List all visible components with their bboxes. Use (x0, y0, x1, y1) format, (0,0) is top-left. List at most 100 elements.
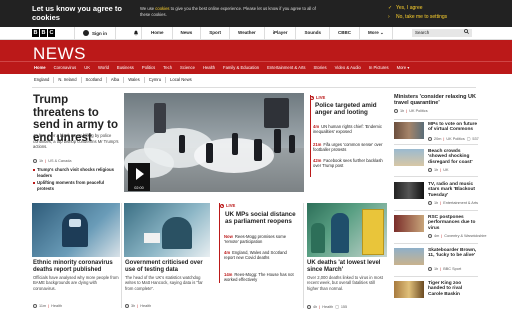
story-section-link[interactable]: Health (140, 304, 151, 308)
cookies-link[interactable]: cookies (155, 6, 169, 11)
live-feed-item[interactable]: 14m Rees-Mogg: The House has not worked e… (224, 272, 296, 282)
right-top-story[interactable]: Ministers 'consider relaxing UK travel q… (394, 94, 478, 113)
topnav-sounds[interactable]: Sounds (296, 27, 330, 39)
subnav-scotland[interactable]: Scotland (82, 77, 107, 83)
live-headline[interactable]: Police targeted amid anger and looting (315, 102, 385, 116)
cat-science[interactable]: Science (176, 62, 199, 74)
story-thumbnail[interactable] (394, 248, 424, 265)
story-headline[interactable]: Government criticised over use of testin… (125, 260, 210, 274)
agree-cookies-button[interactable]: ✓ Yes, I agree (388, 5, 423, 11)
logo-letter: C (48, 29, 55, 37)
story-section-link[interactable]: BBC Sport (443, 267, 461, 271)
clock-icon (428, 267, 432, 271)
story-meta: 4m | Coventry & Warwickshire (428, 234, 487, 238)
bbc-logo[interactable]: B B C (32, 29, 55, 37)
cookie-settings-button[interactable]: › No, take me to settings (388, 14, 447, 20)
story-meta: 11m | Health (33, 304, 62, 308)
story-thumbnail[interactable] (394, 149, 424, 166)
play-icon[interactable] (128, 163, 150, 185)
clock-icon (428, 136, 432, 141)
story-section-link[interactable]: Health (322, 305, 333, 309)
story-thumbnail[interactable] (394, 215, 424, 232)
comments-icon: ▢ (466, 137, 471, 141)
live-feed-item[interactable]: 42m Facebook sees further backlash over T… (313, 158, 385, 168)
subnav-cymru[interactable]: Cymru (145, 77, 167, 83)
cat-health[interactable]: Health (199, 62, 219, 74)
cat-video-audio[interactable]: Video & Audio (331, 62, 365, 74)
subnav-england[interactable]: England (32, 77, 55, 83)
live-rule (310, 95, 311, 177)
logo-letter: B (40, 29, 47, 37)
story-section-link[interactable]: Coventry & Warwickshire (444, 234, 486, 238)
cat-more[interactable]: More ▾ (393, 62, 414, 74)
topnav-iplayer[interactable]: iPlayer (265, 27, 297, 39)
notifications-bell-icon[interactable] (130, 27, 142, 39)
live-label: LIVE (316, 95, 326, 100)
cat-home[interactable]: Home (32, 62, 50, 74)
lead-section-link[interactable]: US & Canada (48, 159, 71, 163)
subnav-n-ireland[interactable]: N. Ireland (54, 77, 82, 83)
topnav-more[interactable]: More ⌄ (360, 27, 393, 39)
story-thumbnail[interactable] (394, 281, 424, 298)
topnav-home[interactable]: Home (143, 27, 173, 39)
lead-image[interactable] (124, 93, 304, 192)
story-meta: 1h | BBC Sport (428, 267, 461, 271)
cat-world[interactable]: World (94, 62, 113, 74)
live-icon (220, 203, 224, 208)
topnav-weather[interactable]: Weather (230, 27, 265, 39)
signin-button[interactable]: Sign in (74, 27, 116, 39)
cat-in-pictures[interactable]: In Pictures (365, 62, 393, 74)
search-icon[interactable] (464, 29, 469, 37)
cat-uk[interactable]: UK (80, 62, 94, 74)
cat-tech[interactable]: Tech (159, 62, 176, 74)
story-headline[interactable]: Ethnic minority coronavirus deaths repor… (33, 260, 120, 274)
subnav-local-news[interactable]: Local News (166, 77, 196, 83)
cat-business[interactable]: Business (113, 62, 138, 74)
live-feed-item[interactable]: 4m England, Wales and Scotland report new… (224, 250, 296, 260)
cat-coronavirus[interactable]: Coronavirus (50, 62, 81, 74)
story-headline[interactable]: TV, radio and music stars mark 'Blackout… (428, 182, 478, 198)
related-link[interactable]: Trump's church visit shocks religious le… (33, 167, 117, 178)
live-feed-item[interactable]: 4m UN human rights chief: 'Endemic inequa… (313, 124, 385, 134)
cat-politics[interactable]: Politics (138, 62, 159, 74)
live-icon (310, 95, 314, 100)
story-headline[interactable]: MPs to vote on future of virtual Commons (428, 122, 478, 133)
subnav-wales[interactable]: Wales (124, 77, 145, 83)
divider (303, 203, 304, 308)
cat-entertainment-arts[interactable]: Entertainment & Arts (263, 62, 309, 74)
story-image[interactable] (124, 203, 210, 257)
story-thumbnail[interactable] (394, 122, 424, 139)
story-headline[interactable]: Beach crowds 'showed shocking disregard … (428, 149, 478, 165)
topnav-sport[interactable]: Sport (201, 27, 231, 39)
story-image[interactable] (32, 203, 120, 257)
live-label: LIVE (226, 203, 236, 208)
story-section-link[interactable]: UK Politics (446, 137, 464, 141)
story-headline[interactable]: Tiger King zoo handed to rival Carole Ba… (428, 281, 478, 297)
category-nav: Home Coronavirus UK World Business Polit… (0, 61, 512, 73)
lead-time: 1h (39, 159, 44, 163)
story-headline[interactable]: UK deaths 'at lowest level since March' (307, 260, 387, 274)
story-section-link[interactable]: UK (443, 168, 448, 172)
cat-stories[interactable]: Stories (310, 62, 331, 74)
live-headline[interactable]: UK MPs social distance as parliament reo… (225, 211, 297, 225)
live-feed-item[interactable]: Now Rees-Mogg promises some 'remote' part… (224, 234, 296, 244)
story-thumbnail[interactable] (394, 182, 424, 199)
topnav-cbbc[interactable]: CBBC (330, 27, 360, 39)
regional-subnav: England N. Ireland Scotland Alba Wales C… (32, 77, 196, 83)
topnav-news[interactable]: News (173, 27, 202, 39)
story-section-link[interactable]: Entertainment & Arts (443, 201, 478, 205)
search-input[interactable]: Search (412, 29, 472, 37)
live-feed-item[interactable]: 21m Fifa urges 'common sense' over footba… (313, 142, 385, 152)
story-headline[interactable]: Skateboarder Brown, 11, 'lucky to be ali… (428, 248, 478, 259)
agree-label: Yes, I agree (396, 5, 423, 11)
cat-family-education[interactable]: Family & Education (219, 62, 263, 74)
clock-icon (33, 159, 37, 163)
story-headline[interactable]: RSC postpones performances due to virus (428, 215, 478, 231)
story-section-link[interactable]: UK Politics (409, 109, 427, 113)
clock-icon (428, 168, 432, 172)
chevron-down-icon: ⌄ (380, 30, 384, 35)
story-section-link[interactable]: Health (51, 304, 62, 308)
story-image[interactable] (307, 203, 387, 257)
related-link[interactable]: Uplifting moments from peaceful protests (33, 180, 117, 191)
subnav-alba[interactable]: Alba (107, 77, 125, 83)
